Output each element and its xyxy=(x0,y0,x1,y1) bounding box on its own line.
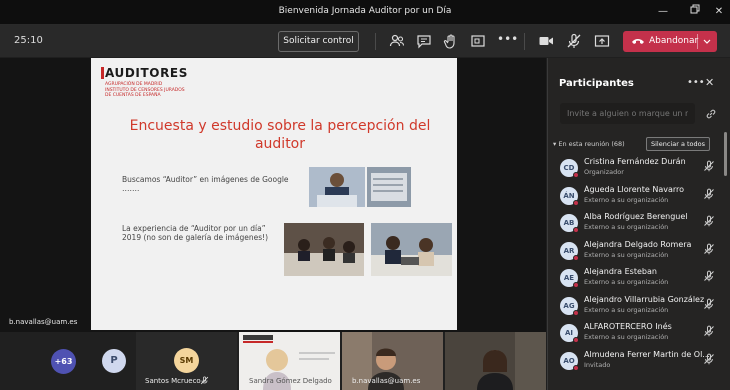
mute-all-button[interactable]: Silenciar a todos xyxy=(646,137,710,151)
logo-subtitle: AGRUPACIÓN DE MADRID INSTITUTO DE CENSOR… xyxy=(105,82,185,98)
status-dot xyxy=(573,337,579,343)
auditores-logo: AUDITORES xyxy=(105,66,188,80)
presentation-slide: AUDITORES AGRUPACIÓN DE MADRID INSTITUTO… xyxy=(91,58,457,330)
participant-row[interactable]: AB Alba Rodríguez Berenguel Externo a su o… xyxy=(548,212,724,239)
tile-bnavallas[interactable]: b.navallas@uam.es xyxy=(342,332,443,390)
panel-title: Participantes xyxy=(559,78,634,89)
tile-name-santos: Santos Mcrueco xyxy=(145,377,201,385)
mic-off-icon[interactable] xyxy=(703,325,715,337)
participant-name: Alejandra Delgado Romera xyxy=(584,239,692,249)
status-dot xyxy=(573,199,579,206)
logo-accent xyxy=(101,67,104,79)
chat-icon[interactable] xyxy=(416,33,432,49)
share-tray-icon[interactable] xyxy=(470,33,486,49)
raise-hand-icon[interactable] xyxy=(443,33,459,49)
participant-row[interactable]: AI ALFAROTERCERO Inés Externo a su organiz… xyxy=(548,322,724,349)
participant-role: Externo a su organización xyxy=(584,250,669,259)
participant-role: Externo a su organización xyxy=(584,305,669,314)
participant-row[interactable]: AG Alejandro Villarrubia González Externo … xyxy=(548,295,724,322)
participant-row[interactable]: AE Alejandra Esteban Externo a su organiza… xyxy=(548,267,724,294)
participant-role: Externo a su organización xyxy=(584,223,669,231)
status-dot xyxy=(573,282,579,288)
status-dot xyxy=(573,364,579,371)
participants-panel: Participantes ••• ✕ ▾ En esta reunión (6… xyxy=(547,58,730,390)
photo-meeting-1 xyxy=(284,223,364,276)
toolbar-divider xyxy=(375,33,376,50)
participant-row[interactable]: CD Cristina Fernández Durán Organizador xyxy=(548,157,724,184)
tile-santos[interactable]: SM Santos Mcrueco xyxy=(136,332,237,390)
participant-row[interactable]: AO Almudena Ferrer Martin de Ol... Invitad… xyxy=(548,350,724,377)
meeting-toolbar: 25:10 Solicitar control ••• Abandonar xyxy=(0,25,730,57)
mic-off-icon[interactable] xyxy=(566,33,582,49)
participant-name: Almudena Ferrer Martin de Ol... xyxy=(584,349,710,359)
mic-off-icon[interactable] xyxy=(703,353,715,365)
mic-off-icon[interactable] xyxy=(703,188,715,200)
meeting-timer: 25:10 xyxy=(14,35,43,46)
tile-participant-video[interactable] xyxy=(445,332,546,390)
close-icon[interactable]: ✕ xyxy=(705,76,714,89)
participant-name: ALFAROTERCERO Inés xyxy=(584,322,672,331)
request-control-button[interactable]: Solicitar control xyxy=(278,31,359,52)
chevron-down-icon: ▾ xyxy=(553,140,557,148)
participant-name: Alejandro Villarrubia González xyxy=(584,294,705,304)
shared-content-stage: AUDITORES AGRUPACIÓN DE MADRID INSTITUTO… xyxy=(0,58,546,332)
overflow-count-badge[interactable]: +63 xyxy=(51,349,76,374)
status-dot xyxy=(573,172,579,178)
mic-off-icon[interactable] xyxy=(703,298,715,310)
status-dot xyxy=(573,309,579,316)
window-title: Bienvenida Jornada Auditor por un Día xyxy=(278,6,452,16)
photo-auditor-2 xyxy=(367,167,411,207)
leave-button[interactable]: Abandonar xyxy=(623,31,717,52)
participant-role: Externo a su organización xyxy=(584,195,669,204)
mic-off-icon[interactable] xyxy=(703,160,715,172)
slide-text-experience: La experiencia de “Auditor por un día” 2… xyxy=(122,224,269,242)
close-window-icon[interactable]: ✕ xyxy=(704,3,730,21)
participant-strip: +63 P SM Santos Mcrueco Sandra Gómez Del… xyxy=(0,332,546,390)
tile-sandra[interactable]: Sandra Gómez Delgado xyxy=(239,332,340,390)
participants-icon[interactable] xyxy=(389,33,405,49)
slide-title: Encuesta y estudio sobre la percepción d… xyxy=(129,118,431,152)
camera-icon[interactable] xyxy=(538,33,554,49)
invite-input[interactable] xyxy=(560,103,695,124)
scrollbar[interactable] xyxy=(724,132,727,176)
photo-meeting-2 xyxy=(371,223,452,276)
tile-name-bnavallas: b.navallas@uam.es xyxy=(352,377,421,385)
participant-role: Invitado xyxy=(584,360,611,369)
more-icon[interactable]: ••• xyxy=(497,33,518,49)
mic-off-icon xyxy=(200,376,209,385)
participant-row[interactable]: ÁN Águeda Llorente Navarro Externo a su or… xyxy=(548,185,724,212)
avatar-p[interactable]: P xyxy=(102,349,126,373)
participant-role: Externo a su organización xyxy=(584,333,669,341)
copy-link-icon[interactable] xyxy=(705,108,717,120)
toolbar-divider xyxy=(524,33,525,50)
avatar-sm: SM xyxy=(174,348,199,373)
tile-name-sandra: Sandra Gómez Delgado xyxy=(249,377,332,385)
presenter-name-tag: b.navallas@uam.es xyxy=(9,318,78,326)
status-dot xyxy=(573,227,579,233)
participant-role: Organizador xyxy=(584,168,624,176)
teams-meeting-window: Bienvenida Jornada Auditor por un Día — … xyxy=(0,0,730,390)
leave-label: Abandonar xyxy=(649,36,699,46)
mic-off-icon[interactable] xyxy=(703,243,715,255)
mic-off-icon[interactable] xyxy=(703,270,715,282)
section-label: En esta reunión (68) xyxy=(558,140,625,148)
in-meeting-section[interactable]: ▾ En esta reunión (68) xyxy=(553,140,625,148)
photo-auditor-1 xyxy=(309,167,365,207)
slide-text-google: Buscamos “Auditor” en imágenes de Google… xyxy=(122,175,289,193)
chevron-down-icon[interactable] xyxy=(703,39,711,45)
participant-name: Águeda Llorente Navarro xyxy=(584,184,685,194)
status-dot xyxy=(573,254,579,261)
title-bar: Bienvenida Jornada Auditor por un Día — … xyxy=(0,0,730,25)
more-options-icon[interactable]: ••• xyxy=(687,77,705,88)
share-screen-icon[interactable] xyxy=(594,33,610,49)
leave-divider xyxy=(697,34,698,49)
participant-row[interactable]: AR Alejandra Delgado Romera Externo a su o… xyxy=(548,240,724,267)
hang-up-icon xyxy=(632,39,644,44)
minimize-icon[interactable]: — xyxy=(648,3,678,21)
participant-name: Cristina Fernández Durán xyxy=(584,157,686,166)
participant-name: Alejandra Esteban xyxy=(584,267,657,276)
participant-role: Externo a su organización xyxy=(584,278,669,286)
mic-off-icon[interactable] xyxy=(703,215,715,227)
participant-name: Alba Rodríguez Berenguel xyxy=(584,212,688,221)
